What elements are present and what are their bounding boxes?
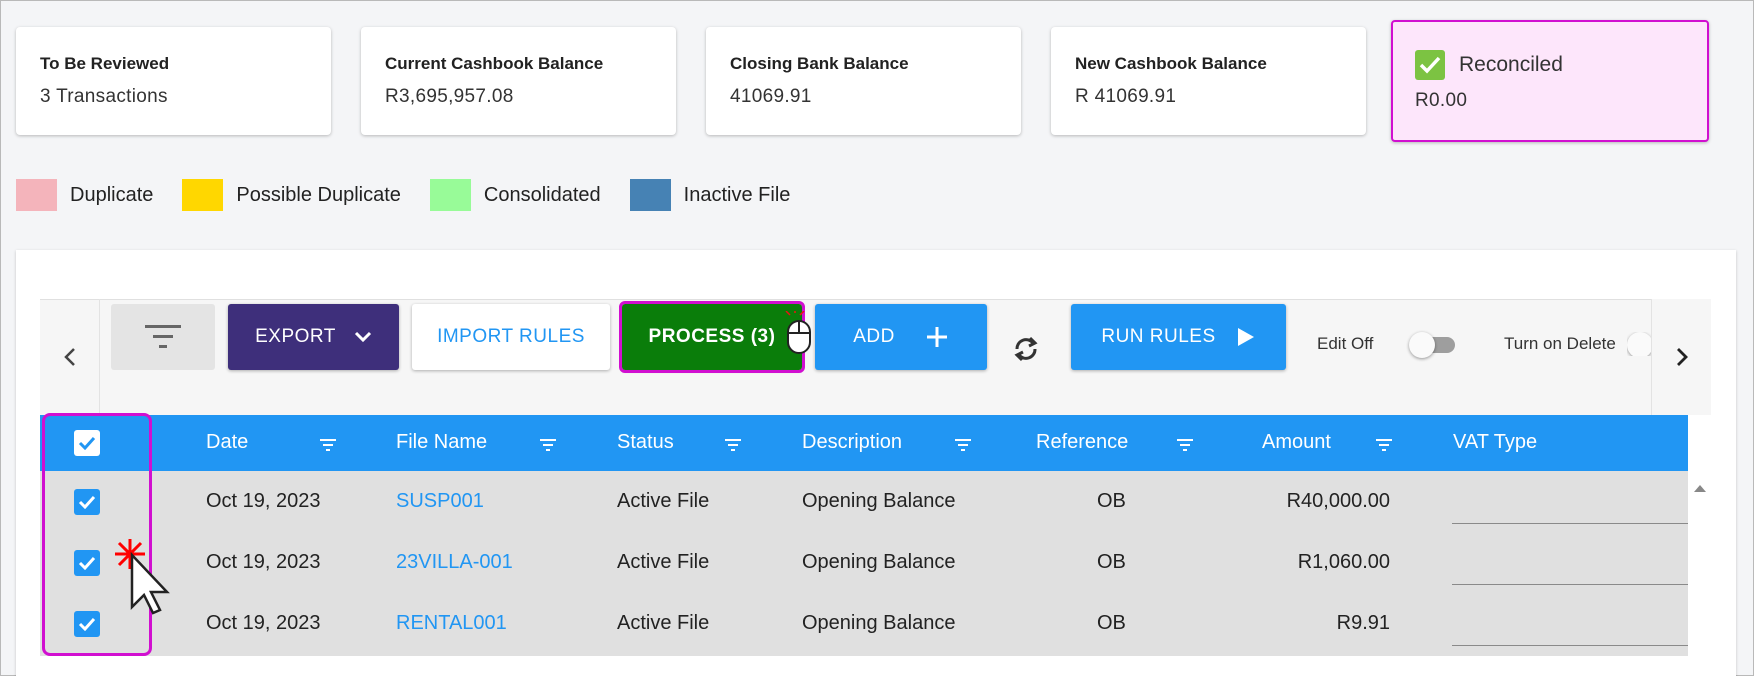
import-rules-button[interactable]: IMPORT RULES bbox=[412, 304, 610, 370]
filter-icon[interactable] bbox=[540, 439, 556, 451]
filter-button[interactable] bbox=[111, 304, 215, 370]
cell-description: Opening Balance bbox=[802, 612, 956, 634]
cell-status: Active File bbox=[617, 490, 710, 512]
delete-toggle[interactable] bbox=[1627, 332, 1651, 356]
export-label: EXPORT bbox=[255, 326, 336, 347]
filter-icon[interactable] bbox=[725, 439, 741, 451]
check-icon bbox=[1415, 50, 1445, 80]
cell-date: Oct 19, 2023 bbox=[206, 551, 321, 573]
filter-icon[interactable] bbox=[1177, 439, 1193, 451]
delete-toggle-label: Turn on Delete bbox=[1504, 334, 1616, 353]
header-description[interactable]: Description bbox=[802, 431, 902, 454]
cell-amount: R9.91 bbox=[1336, 612, 1390, 634]
card-value: R 41069.91 bbox=[1075, 86, 1177, 107]
cell-file-name-link[interactable]: SUSP001 bbox=[396, 490, 484, 513]
card-new-cashbook-balance: New Cashbook Balance R 41069.91 bbox=[1051, 27, 1366, 135]
cell-amount: R40,000.00 bbox=[1286, 490, 1390, 512]
vat-type-field[interactable] bbox=[1452, 523, 1688, 524]
reconciled-label: Reconciled bbox=[1459, 53, 1563, 76]
cell-file-name-link[interactable]: RENTAL001 bbox=[396, 612, 507, 635]
table-row[interactable]: Oct 19, 2023 23VILLA-001 Active File Ope… bbox=[40, 532, 1688, 593]
cell-date: Oct 19, 2023 bbox=[206, 490, 321, 512]
play-icon bbox=[1237, 328, 1254, 346]
vat-type-field[interactable] bbox=[1452, 645, 1688, 646]
legend-swatch-inactive-file bbox=[629, 179, 671, 211]
filter-icon[interactable] bbox=[320, 439, 336, 451]
legend-label: Inactive File bbox=[683, 183, 791, 206]
header-amount[interactable]: Amount bbox=[1262, 431, 1331, 454]
table-row[interactable]: Oct 19, 2023 RENTAL001 Active File Openi… bbox=[40, 593, 1688, 654]
plus-icon bbox=[926, 327, 947, 347]
legend-label: Duplicate bbox=[70, 183, 154, 206]
card-label: To Be Reviewed bbox=[40, 54, 170, 73]
chevron-right-icon bbox=[1676, 348, 1688, 366]
mouse-click-icon bbox=[785, 311, 811, 354]
header-vat-type[interactable]: VAT Type bbox=[1453, 431, 1537, 454]
cell-amount: R1,060.00 bbox=[1297, 551, 1390, 573]
process-button[interactable]: PROCESS (3) bbox=[619, 301, 805, 373]
cell-description: Opening Balance bbox=[802, 490, 956, 512]
cell-status: Active File bbox=[617, 612, 710, 634]
run-rules-label: RUN RULES bbox=[1101, 326, 1216, 347]
run-rules-button[interactable]: RUN RULES bbox=[1071, 304, 1286, 370]
card-reconciled: Reconciled R0.00 bbox=[1391, 20, 1709, 142]
card-value: 41069.91 bbox=[730, 86, 812, 107]
table-body: Oct 19, 2023 SUSP001 Active File Opening… bbox=[40, 471, 1688, 656]
cell-reference: OB bbox=[1097, 551, 1126, 573]
legend-swatch-consolidated bbox=[429, 179, 471, 211]
scroll-right-button[interactable] bbox=[1651, 299, 1711, 415]
card-current-cashbook-balance: Current Cashbook Balance R3,695,957.08 bbox=[361, 27, 676, 135]
legend-label: Consolidated bbox=[483, 183, 601, 206]
add-button[interactable]: ADD bbox=[815, 304, 987, 370]
table-header: Date File Name Status Description Refere… bbox=[40, 415, 1688, 471]
add-label: ADD bbox=[853, 326, 895, 347]
chevron-down-icon bbox=[354, 331, 371, 343]
export-button[interactable]: EXPORT bbox=[228, 304, 399, 370]
filter-icon[interactable] bbox=[955, 439, 971, 451]
card-label: Closing Bank Balance bbox=[730, 54, 909, 73]
scroll-up-icon bbox=[1694, 485, 1706, 492]
legend-label: Possible Duplicate bbox=[236, 183, 401, 206]
cell-file-name-link[interactable]: 23VILLA-001 bbox=[396, 551, 513, 574]
cell-status: Active File bbox=[617, 551, 710, 573]
cell-description: Opening Balance bbox=[802, 551, 956, 573]
card-label: New Cashbook Balance bbox=[1075, 54, 1267, 73]
cell-reference: OB bbox=[1097, 490, 1126, 512]
card-closing-bank-balance: Closing Bank Balance 41069.91 bbox=[706, 27, 1021, 135]
edit-toggle[interactable] bbox=[1409, 332, 1455, 358]
scroll-left-button[interactable] bbox=[40, 299, 100, 415]
card-label: Current Cashbook Balance bbox=[385, 54, 604, 73]
reconciled-value: R0.00 bbox=[1415, 90, 1468, 111]
vertical-scrollbar[interactable] bbox=[1689, 471, 1711, 656]
cursor-click-icon bbox=[115, 539, 170, 615]
legend-swatch-possible-duplicate bbox=[182, 179, 224, 211]
header-reference[interactable]: Reference bbox=[1036, 431, 1128, 454]
legend-swatch-duplicate bbox=[16, 179, 57, 211]
table-row[interactable]: Oct 19, 2023 SUSP001 Active File Opening… bbox=[40, 471, 1688, 532]
chevron-left-icon bbox=[63, 348, 75, 366]
refresh-icon[interactable] bbox=[1011, 334, 1041, 369]
header-status[interactable]: Status bbox=[617, 431, 674, 454]
card-value: 3 Transactions bbox=[40, 86, 168, 107]
cell-reference: OB bbox=[1097, 612, 1126, 634]
header-file-name[interactable]: File Name bbox=[396, 431, 487, 454]
header-date[interactable]: Date bbox=[206, 431, 248, 454]
edit-toggle-label: Edit Off bbox=[1317, 334, 1374, 353]
card-to-be-reviewed: To Be Reviewed 3 Transactions bbox=[16, 27, 331, 135]
cell-date: Oct 19, 2023 bbox=[206, 612, 321, 634]
filter-icon[interactable] bbox=[1376, 439, 1392, 451]
legend: Duplicate Possible Duplicate Consolidate… bbox=[16, 179, 819, 211]
vat-type-field[interactable] bbox=[1452, 584, 1688, 585]
filter-icon bbox=[145, 325, 181, 348]
card-value: R3,695,957.08 bbox=[385, 86, 514, 107]
